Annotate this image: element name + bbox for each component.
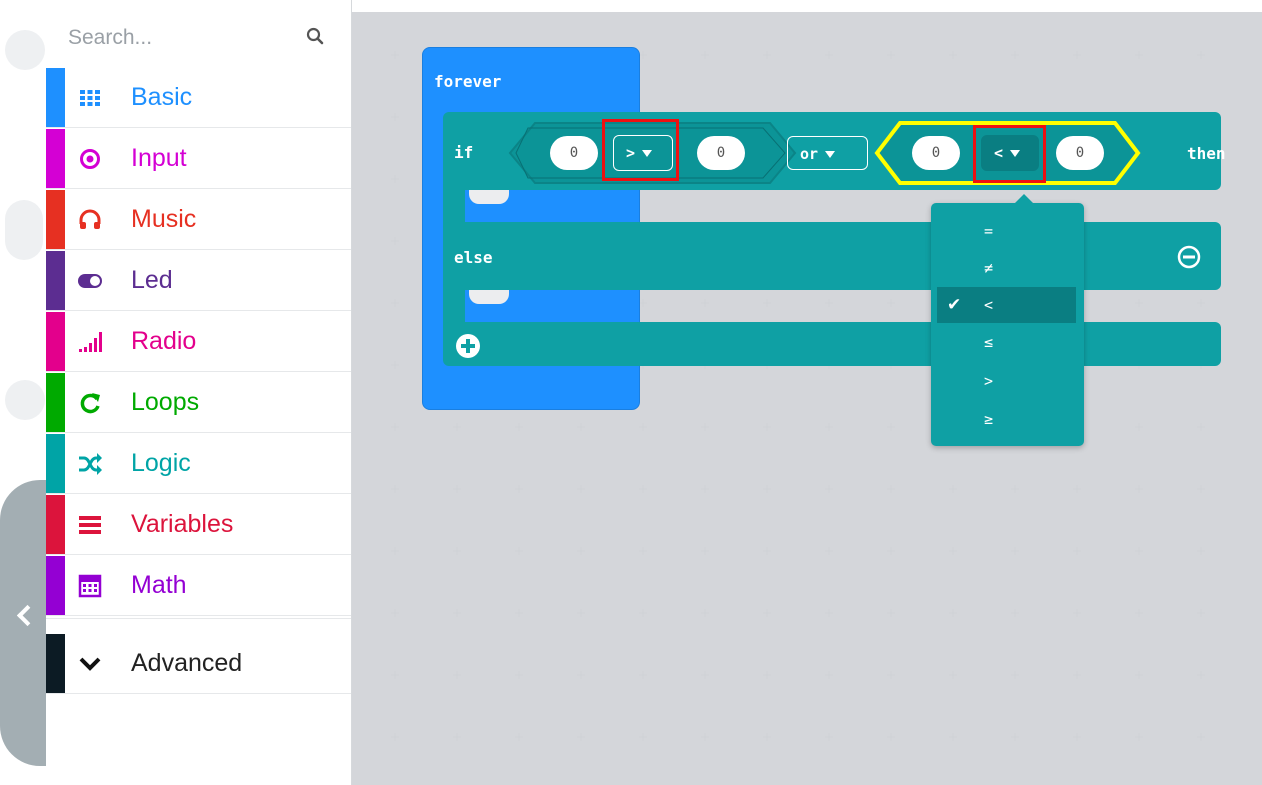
toolbox: Basic Input Music Led	[46, 0, 352, 785]
category-divider	[46, 618, 351, 627]
category-loops[interactable]: Loops	[46, 373, 351, 433]
then-label: then	[1187, 144, 1226, 163]
collapse-simulator-button[interactable]	[0, 480, 46, 766]
logic-operator-dropdown[interactable]: or	[787, 136, 868, 170]
ghost-circle	[5, 200, 43, 260]
category-label: Led	[131, 266, 173, 294]
loop-arrow-icon	[80, 392, 100, 413]
category-label: Basic	[131, 83, 193, 111]
remove-else-button[interactable]	[1177, 245, 1201, 269]
number-input[interactable]: 0	[912, 136, 960, 170]
menu-item-equal[interactable]: =	[937, 213, 1076, 249]
menu-caret	[1014, 194, 1034, 204]
calculator-icon	[78, 574, 102, 597]
target-icon	[80, 148, 100, 169]
operator-dropdown-menu: = ≠ ✔ < ≤ > ≥	[931, 194, 1084, 446]
menu-item-greater-than[interactable]: >	[937, 363, 1076, 399]
logic-operator-value: or	[800, 145, 819, 163]
category-color-bar	[46, 251, 65, 310]
category-basic[interactable]: Basic	[46, 68, 351, 128]
category-label: Input	[131, 144, 187, 172]
signal-bars-icon	[79, 331, 102, 352]
category-color-bar	[46, 312, 65, 371]
statement-slot	[469, 290, 509, 304]
ghost-circle	[5, 30, 45, 70]
search-icon[interactable]	[306, 27, 324, 45]
category-color-bar	[46, 373, 65, 432]
category-variables[interactable]: Variables	[46, 495, 351, 555]
category-label: Variables	[131, 510, 234, 538]
category-color-bar	[46, 556, 65, 615]
headphones-icon	[79, 209, 101, 229]
add-else-if-button[interactable]	[455, 333, 481, 359]
dropdown-arrow-icon	[825, 151, 836, 158]
category-color-bar	[46, 634, 65, 693]
if-label: if	[454, 143, 474, 162]
category-label: Loops	[131, 388, 200, 416]
number-input[interactable]: 0	[1056, 136, 1104, 170]
number-input[interactable]: 0	[697, 136, 745, 170]
category-radio[interactable]: Radio	[46, 312, 351, 372]
forever-label: forever	[434, 72, 502, 91]
category-label: Music	[131, 205, 197, 233]
number-input[interactable]: 0	[550, 136, 598, 170]
grid-icon	[80, 89, 100, 106]
ghost-circle	[5, 380, 45, 420]
category-color-bar	[46, 434, 65, 493]
category-logic[interactable]: Logic	[46, 434, 351, 494]
menu-item-label: ≥	[984, 410, 994, 428]
chevron-left-icon	[16, 604, 39, 627]
category-label: Math	[131, 571, 187, 599]
category-led[interactable]: Led	[46, 251, 351, 311]
else-block[interactable]	[443, 222, 1221, 290]
statement-slot	[469, 190, 509, 204]
menu-item-label: =	[984, 222, 994, 240]
category-color-bar	[46, 495, 65, 554]
annotation-highlight-box	[602, 119, 679, 181]
menu-item-not-equal[interactable]: ≠	[937, 250, 1076, 286]
search-bar	[46, 0, 351, 68]
else-label: else	[454, 248, 493, 267]
menu-item-greater-equal[interactable]: ≥	[937, 401, 1076, 437]
category-advanced[interactable]: Advanced	[46, 634, 351, 694]
menu-item-label: ≤	[984, 333, 994, 351]
toggle-icon	[78, 273, 102, 288]
category-music[interactable]: Music	[46, 190, 351, 250]
category-label: Radio	[131, 327, 197, 355]
menu-item-label: >	[984, 372, 994, 390]
annotation-highlight-box	[973, 125, 1046, 183]
category-label: Logic	[131, 449, 191, 477]
category-color-bar	[46, 190, 65, 249]
chevron-down-icon	[79, 657, 101, 671]
menu-item-label: ≠	[984, 259, 994, 277]
category-color-bar	[46, 129, 65, 188]
category-math[interactable]: Math	[46, 556, 351, 616]
lines-icon	[79, 515, 101, 534]
menu-item-label: <	[984, 296, 994, 314]
checkmark-icon: ✔	[947, 295, 962, 314]
category-label: Advanced	[131, 649, 243, 677]
if-block-footer	[443, 322, 1221, 366]
search-input[interactable]	[66, 20, 300, 56]
menu-item-less-than[interactable]: ✔ <	[937, 287, 1076, 323]
shuffle-icon	[79, 452, 102, 475]
category-color-bar	[46, 68, 65, 127]
category-input[interactable]: Input	[46, 129, 351, 189]
menu-item-less-equal[interactable]: ≤	[937, 324, 1076, 360]
